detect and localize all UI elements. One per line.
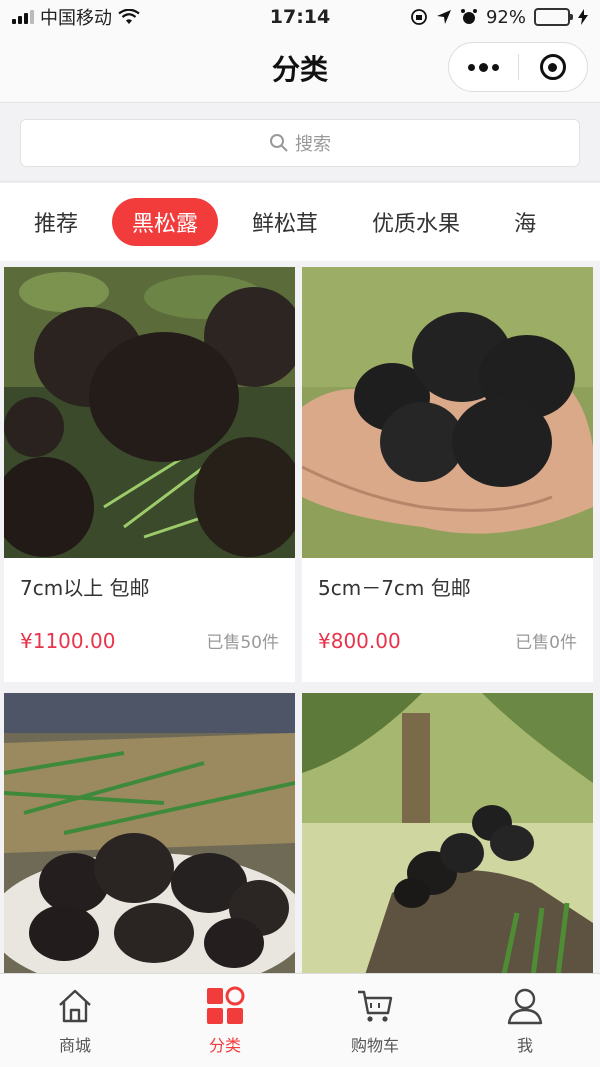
product-price: ¥800.00 [318,629,401,653]
user-icon [507,988,543,1024]
tabbar-label: 购物车 [350,1035,399,1055]
tabbar-label: 分类 [208,1035,241,1055]
close-mini-program-button[interactable] [519,43,588,91]
product-card[interactable]: 5cm－7cm 包邮 ¥800.00 已售0件 [302,267,593,682]
tabbar-item-mall[interactable]: 商城 [0,974,150,1067]
tabbar-label: 商城 [58,1035,91,1055]
product-card[interactable] [4,693,295,973]
carrier-label: 中国移动 [40,8,112,29]
charging-icon [578,9,588,25]
product-sold-count: 已售0件 [515,633,577,653]
rotation-lock-icon [411,9,427,25]
battery-icon [534,8,573,26]
category-icon [207,986,245,1024]
bottom-tab-bar: 商城 分类 购物车 我 [0,973,600,1067]
tab-quality-fruit[interactable]: 优质水果 [352,198,480,246]
tab-fresh-matsutake[interactable]: 鲜松茸 [232,198,338,246]
search-input[interactable]: 搜索 [20,119,580,167]
product-price: ¥1100.00 [20,629,116,653]
target-icon [539,54,566,80]
product-card[interactable] [302,693,593,973]
product-name: 5cm－7cm 包邮 [318,576,471,600]
product-image [302,693,593,973]
product-image [302,267,593,558]
search-icon [270,134,288,152]
tabbar-label: 我 [516,1035,533,1055]
cart-icon [358,990,393,1022]
status-time: 17:14 [269,6,331,28]
more-dots-icon [467,62,499,72]
product-name: 7cm以上 包邮 [20,576,150,600]
tabbar-item-me[interactable]: 我 [450,974,600,1067]
tabbar-item-cart[interactable]: 购物车 [300,974,450,1067]
wifi-icon [118,9,140,24]
home-icon [59,989,91,1022]
product-card[interactable]: 7cm以上 包邮 ¥1100.00 已售50件 [4,267,295,682]
search-placeholder: 搜索 [295,134,331,155]
tab-recommend[interactable]: 推荐 [14,198,98,246]
location-icon [436,10,451,24]
product-image [4,693,295,973]
product-image [4,267,295,558]
battery-percent: 92% [485,6,526,28]
tab-black-truffle[interactable]: 黑松露 [112,198,219,246]
signal-icon [12,10,34,24]
category-tabs: 推荐 黑松露 鲜松茸 优质水果 海 [0,183,600,261]
tab-more[interactable]: 海 [494,198,556,246]
product-grid: 7cm以上 包邮 ¥1100.00 已售50件 5cm－7cm 包邮 ¥800.… [0,263,600,973]
alarm-icon [460,9,477,24]
tabbar-item-category[interactable]: 分类 [150,974,300,1067]
navigation-bar: 分类 [0,34,600,102]
more-button[interactable] [449,43,518,91]
page-title: 分类 [271,53,328,86]
status-bar: 中国移动 17:14 92% [0,0,600,34]
search-section: 搜索 [0,102,600,182]
mini-program-capsule [448,42,588,92]
product-sold-count: 已售50件 [206,633,279,653]
